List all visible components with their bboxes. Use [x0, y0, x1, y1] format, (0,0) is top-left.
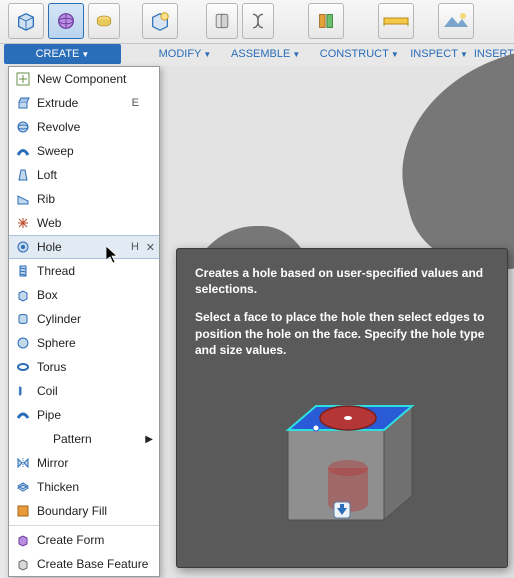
coil-icon: [15, 383, 31, 399]
menu-thicken[interactable]: Thicken: [9, 475, 159, 499]
boundary-fill-icon: [15, 503, 31, 519]
hole-dismiss-icon[interactable]: ✕: [146, 241, 155, 254]
menu-loft[interactable]: Loft: [9, 163, 159, 187]
menu-mirror[interactable]: Mirror: [9, 451, 159, 475]
tab-inspect[interactable]: INSPECT▼: [410, 44, 468, 64]
menu-create-base-feature[interactable]: Create Base Feature: [9, 552, 159, 576]
menu-pipe[interactable]: Pipe: [9, 403, 159, 427]
revolve-icon: [15, 119, 31, 135]
tab-row: CREATE▼ MODIFY▼ ASSEMBLE▼ CONSTRUCT▼ INS…: [0, 44, 514, 64]
hole-icon: [15, 239, 31, 255]
create-dropdown: New Component Extrude E Revolve Sweep Lo…: [8, 66, 160, 577]
sphere-tool-icon[interactable]: [48, 3, 84, 39]
menu-create-form[interactable]: Create Form: [9, 528, 159, 552]
tab-construct[interactable]: CONSTRUCT▼: [320, 44, 398, 64]
submenu-arrow-icon: ▶: [145, 434, 153, 445]
menu-new-component[interactable]: New Component: [9, 67, 159, 91]
extrude-shortcut: E: [132, 97, 139, 109]
menu-boundary-fill[interactable]: Boundary Fill: [9, 499, 159, 523]
menu-sweep[interactable]: Sweep: [9, 139, 159, 163]
sweep-icon: [15, 143, 31, 159]
menu-box[interactable]: Box: [9, 283, 159, 307]
box-icon: [15, 287, 31, 303]
tooltip-line-1: Creates a hole based on user-specified v…: [195, 266, 483, 296]
menu-pattern[interactable]: Pattern ▶: [9, 427, 159, 451]
assemble-tool-icon-1[interactable]: [206, 3, 238, 39]
modify-tool-icon[interactable]: [142, 3, 178, 39]
sphere-icon: [15, 335, 31, 351]
tooltip-line-2: Select a face to place the hole then sel…: [195, 310, 484, 356]
construct-tool-icon[interactable]: [308, 3, 344, 39]
menu-extrude[interactable]: Extrude E: [9, 91, 159, 115]
hole-shortcut: H: [131, 241, 139, 253]
menu-torus[interactable]: Torus: [9, 355, 159, 379]
menu-web[interactable]: Web: [9, 211, 159, 235]
insert-tool-icon[interactable]: [438, 3, 474, 39]
tab-create[interactable]: CREATE▼: [4, 44, 121, 64]
coin-tool-icon[interactable]: [88, 3, 120, 39]
torus-icon: [15, 359, 31, 375]
pipe-icon: [15, 407, 31, 423]
loft-icon: [15, 167, 31, 183]
web-icon: [15, 215, 31, 231]
thicken-icon: [15, 479, 31, 495]
hole-tooltip-panel: Creates a hole based on user-specified v…: [176, 248, 508, 568]
new-component-icon: [15, 71, 31, 87]
inspect-tool-icon[interactable]: [378, 3, 414, 39]
menu-coil[interactable]: Coil: [9, 379, 159, 403]
rib-icon: [15, 191, 31, 207]
assemble-tool-icon-2[interactable]: [242, 3, 274, 39]
extrude-icon: [15, 95, 31, 111]
menu-cylinder[interactable]: Cylinder: [9, 307, 159, 331]
thread-icon: [15, 263, 31, 279]
create-base-feature-icon: [15, 556, 31, 572]
menu-thread[interactable]: Thread: [9, 259, 159, 283]
tab-modify[interactable]: MODIFY▼: [155, 44, 215, 64]
menu-revolve[interactable]: Revolve: [9, 115, 159, 139]
tab-assemble[interactable]: ASSEMBLE▼: [231, 44, 300, 64]
create-form-icon: [15, 532, 31, 548]
menu-rib[interactable]: Rib: [9, 187, 159, 211]
cylinder-icon: [15, 311, 31, 327]
menu-hole[interactable]: Hole H ✕: [9, 235, 159, 259]
menu-sphere[interactable]: Sphere: [9, 331, 159, 355]
main-toolbar: [0, 0, 514, 44]
mirror-icon: [15, 455, 31, 471]
tooltip-illustration: [195, 370, 489, 550]
box-tool-icon[interactable]: [8, 3, 44, 39]
